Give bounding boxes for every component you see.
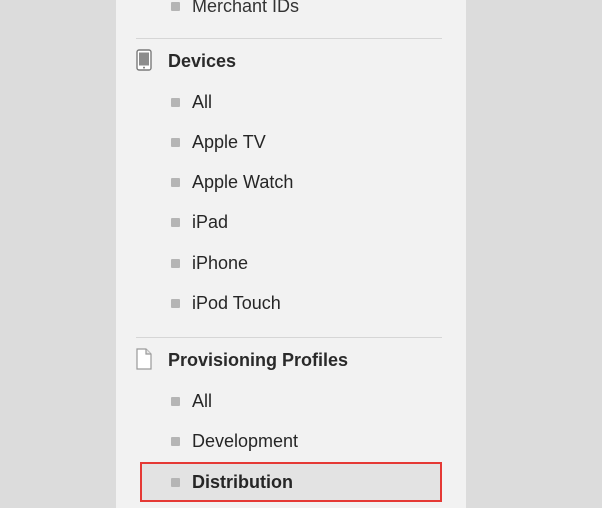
divider (136, 337, 442, 338)
sidebar-item-iphone[interactable]: iPhone (171, 251, 248, 275)
bullet-icon (171, 298, 180, 308)
sidebar-item-label: Apple TV (192, 131, 266, 152)
sidebar-item-apple-watch[interactable]: Apple Watch (171, 170, 293, 194)
sidebar-item-label: All (192, 390, 213, 411)
sidebar-item-label: iPad (192, 211, 229, 232)
device-icon (136, 49, 154, 73)
sidebar-item-label: Development (192, 430, 299, 451)
sidebar-item-label: iPhone (192, 252, 249, 273)
sidebar-item-label: iPod Touch (192, 292, 281, 313)
bullet-icon (171, 436, 180, 446)
section-header-devices: Devices (136, 48, 236, 74)
section-header-provisioning-profiles: Provisioning Profiles (136, 347, 348, 373)
bullet-icon (171, 177, 180, 187)
sidebar-item-development[interactable]: Development (171, 429, 298, 453)
bullet-icon (171, 1, 180, 11)
sidebar-item-profiles-all[interactable]: All (171, 389, 212, 413)
section-title: Provisioning Profiles (168, 349, 349, 370)
sidebar-item-apple-tv[interactable]: Apple TV (171, 130, 266, 154)
document-icon (136, 348, 154, 372)
bullet-icon (171, 477, 180, 487)
sidebar-item-merchant-ids[interactable]: Merchant IDs (171, 0, 299, 18)
sidebar-item-devices-all[interactable]: All (171, 90, 212, 114)
sidebar-item-ipad[interactable]: iPad (171, 210, 228, 234)
sidebar-item-ipod-touch[interactable]: iPod Touch (171, 291, 281, 315)
sidebar-item-label: All (192, 91, 213, 112)
section-title: Devices (168, 50, 237, 71)
sidebar: Merchant IDs Devices All Apple TV Apple … (116, 0, 466, 508)
sidebar-item-label: Apple Watch (192, 171, 294, 192)
sidebar-item-label: Merchant IDs (192, 0, 300, 16)
bullet-icon (171, 137, 180, 147)
bullet-icon (171, 396, 180, 406)
sidebar-item-distribution[interactable]: Distribution (171, 470, 293, 494)
sidebar-item-label: Distribution (192, 471, 293, 492)
bullet-icon (171, 217, 180, 227)
divider (136, 38, 442, 39)
bullet-icon (171, 258, 180, 268)
bullet-icon (171, 97, 180, 107)
